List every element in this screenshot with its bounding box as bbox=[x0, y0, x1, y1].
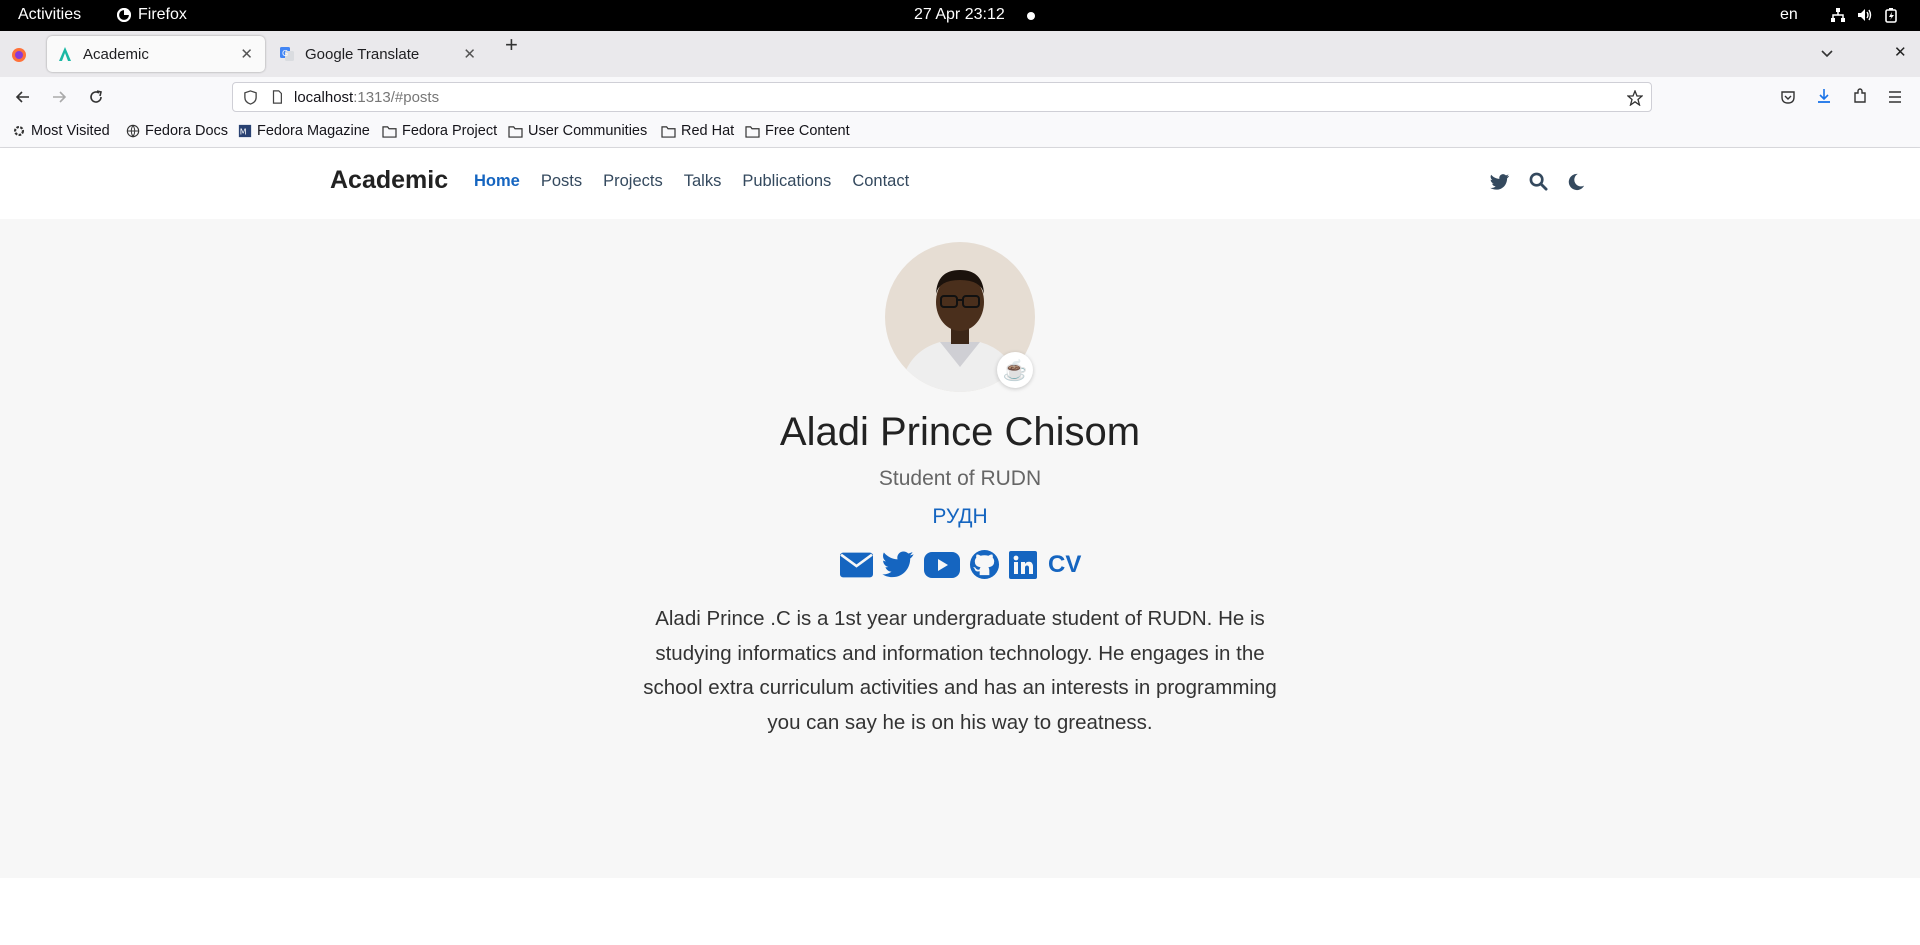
tab-title: Academic bbox=[83, 45, 149, 63]
envelope-icon[interactable] bbox=[840, 552, 873, 578]
main-content: ☕ Aladi Prince Chisom Student of RUDN РУ… bbox=[0, 219, 1920, 878]
list-tabs-chevron-down-icon[interactable] bbox=[1820, 47, 1834, 61]
back-arrow-icon[interactable] bbox=[15, 89, 31, 105]
linkedin-icon[interactable] bbox=[1009, 550, 1037, 579]
firefox-app-icon bbox=[117, 8, 131, 22]
site-navbar: Academic Home Posts Projects Talks Publi… bbox=[0, 148, 1920, 219]
nav-link-projects[interactable]: Projects bbox=[603, 172, 663, 191]
nav-link-publications[interactable]: Publications bbox=[742, 172, 831, 191]
academic-favicon bbox=[59, 47, 71, 61]
bookmark-label: Most Visited bbox=[31, 123, 110, 139]
site-brand-link[interactable]: Academic bbox=[330, 166, 448, 195]
globe-icon bbox=[126, 124, 140, 138]
nav-link-home[interactable]: Home bbox=[474, 172, 520, 191]
bookmark-free-content[interactable]: Free Content bbox=[745, 123, 850, 139]
bookmark-label: Free Content bbox=[765, 123, 850, 139]
extensions-icon[interactable] bbox=[1852, 88, 1868, 104]
bookmark-label: Fedora Docs bbox=[145, 123, 229, 139]
app-name: Firefox bbox=[138, 6, 187, 23]
twitter-icon[interactable] bbox=[882, 550, 915, 579]
close-tab-icon[interactable]: ✕ bbox=[463, 45, 476, 63]
bookmark-fedora-project[interactable]: Fedora Project bbox=[382, 123, 497, 139]
volume-icon bbox=[1858, 9, 1872, 21]
gear-icon bbox=[13, 125, 25, 137]
svg-text:M: M bbox=[240, 128, 247, 137]
fedora-magazine-icon: M bbox=[238, 124, 252, 138]
folder-icon bbox=[382, 125, 397, 138]
bookmark-label: User Communities bbox=[528, 123, 648, 139]
profile-organization-link[interactable]: РУДН bbox=[0, 505, 1920, 529]
bookmark-most-visited[interactable]: Most Visited bbox=[12, 123, 110, 139]
google-translate-favicon: G bbox=[280, 47, 294, 61]
youtube-icon[interactable] bbox=[924, 551, 960, 578]
bookmark-user-communities[interactable]: User Communities bbox=[508, 123, 647, 139]
social-links: CV bbox=[840, 549, 1081, 580]
battery-icon bbox=[1885, 8, 1897, 23]
app-menu-button[interactable]: Firefox bbox=[117, 6, 187, 24]
nav-toolbar: localhost:1313/#posts bbox=[0, 77, 1920, 117]
notification-dot bbox=[1027, 12, 1035, 20]
bookmark-fedora-magazine[interactable]: M Fedora Magazine bbox=[238, 123, 370, 139]
profile-bio: Aladi Prince .C is a 1st year undergradu… bbox=[643, 607, 1277, 734]
bookmarks-toolbar: Most Visited Fedora Docs M Fedora Magazi… bbox=[0, 117, 1920, 148]
nav-link-contact[interactable]: Contact bbox=[852, 172, 909, 191]
folder-icon bbox=[508, 125, 523, 138]
bookmark-label: Fedora Project bbox=[402, 123, 498, 139]
activities-button[interactable]: Activities bbox=[18, 6, 81, 24]
tab-strip: Academic ✕ G Google Translate ✕ + ✕ bbox=[0, 31, 1920, 77]
github-icon[interactable] bbox=[969, 549, 1000, 580]
folder-icon bbox=[661, 125, 676, 138]
network-icon bbox=[1831, 8, 1845, 22]
shield-icon[interactable] bbox=[243, 89, 258, 105]
svg-text:G: G bbox=[282, 49, 288, 58]
tab-academic[interactable]: Academic ✕ bbox=[47, 36, 265, 72]
bookmark-label: Fedora Magazine bbox=[257, 123, 370, 139]
pocket-icon[interactable] bbox=[1780, 89, 1796, 105]
bookmark-label: Red Hat bbox=[681, 123, 735, 139]
downloads-icon[interactable] bbox=[1816, 88, 1832, 104]
bookmark-red-hat[interactable]: Red Hat bbox=[661, 123, 734, 139]
folder-icon bbox=[745, 125, 760, 138]
address-bar[interactable]: localhost:1313/#posts bbox=[232, 82, 1652, 112]
clock[interactable]: 27 Apr 23:12 bbox=[914, 6, 1005, 24]
twitter-icon[interactable] bbox=[1490, 173, 1510, 191]
firefox-view-icon[interactable] bbox=[11, 47, 27, 63]
forward-arrow-icon[interactable] bbox=[51, 89, 67, 105]
url-path: :1313/#posts bbox=[353, 88, 440, 106]
site-nav-icons bbox=[1490, 172, 1585, 191]
profile-name: Aladi Prince Chisom bbox=[779, 410, 1141, 454]
input-language-indicator[interactable]: en bbox=[1780, 6, 1798, 24]
search-icon[interactable] bbox=[1529, 172, 1548, 191]
hamburger-menu-icon[interactable] bbox=[1887, 89, 1903, 105]
site-menu: Home Posts Projects Talks Publications C… bbox=[474, 172, 909, 191]
page-info-icon[interactable] bbox=[270, 90, 284, 104]
close-tab-icon[interactable]: ✕ bbox=[240, 45, 253, 63]
reload-icon[interactable] bbox=[88, 89, 104, 105]
profile-role: Student of RUDN bbox=[878, 467, 1042, 490]
tab-google-translate[interactable]: G Google Translate ✕ bbox=[270, 36, 488, 72]
bookmark-fedora-docs[interactable]: Fedora Docs bbox=[126, 123, 228, 139]
system-top-bar: Activities Firefox 27 Apr 23:12 en bbox=[0, 0, 1920, 31]
nav-link-posts[interactable]: Posts bbox=[541, 172, 582, 191]
close-window-button[interactable]: ✕ bbox=[1894, 43, 1907, 61]
tab-title: Google Translate bbox=[305, 45, 420, 63]
moon-icon[interactable] bbox=[1567, 173, 1585, 191]
system-status-menu[interactable] bbox=[1830, 7, 1898, 23]
url-host: localhost bbox=[294, 88, 354, 106]
bookmark-star-icon[interactable] bbox=[1627, 90, 1643, 106]
nav-link-talks[interactable]: Talks bbox=[684, 172, 722, 191]
cv-link[interactable]: CV bbox=[1048, 551, 1081, 579]
status-emoji: ☕ bbox=[997, 352, 1033, 388]
new-tab-button[interactable]: + bbox=[505, 32, 518, 58]
